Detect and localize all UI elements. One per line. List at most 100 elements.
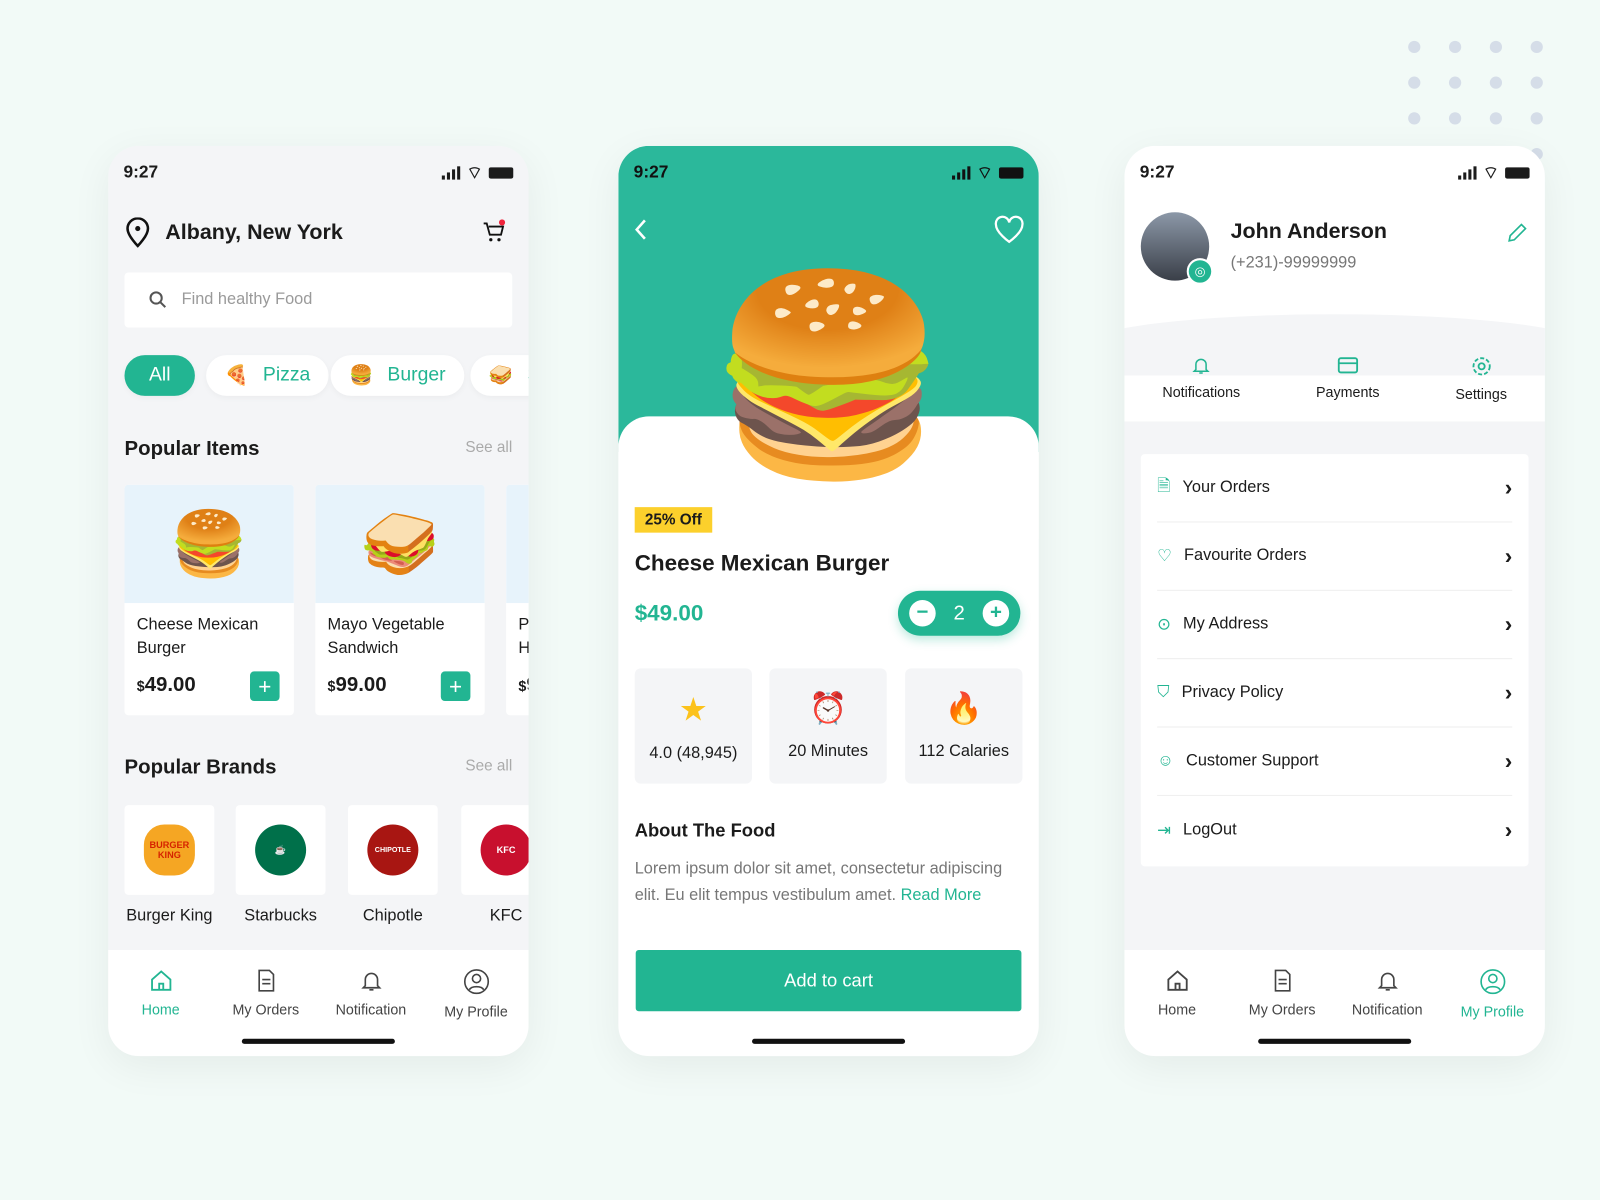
nav-label: My Orders xyxy=(1248,1001,1316,1018)
brand-label: Starbucks xyxy=(244,907,317,925)
menu-my-address[interactable]: ⊙ My Address › xyxy=(1157,591,1513,660)
status-time: 9:27 xyxy=(633,162,669,182)
brand-starbucks[interactable]: ☕ xyxy=(235,805,326,895)
edit-profile-button[interactable] xyxy=(1506,221,1528,243)
home-icon xyxy=(150,970,171,991)
nav-label: Notification xyxy=(1351,1001,1423,1018)
popular-items-title: Popular Items xyxy=(124,437,260,461)
nav-my-profile[interactable]: My Profile xyxy=(1446,968,1538,1056)
menu-your-orders[interactable]: 🗎 Your Orders › xyxy=(1157,454,1513,523)
sandwich-icon: 🥪 xyxy=(488,365,513,387)
signal-icon xyxy=(441,165,461,180)
menu-logout[interactable]: ⇥ LogOut › xyxy=(1157,796,1512,864)
status-bar: 9:27 ⌔ xyxy=(634,161,1024,183)
location-pin-icon: ⊙ xyxy=(1157,616,1171,634)
increment-button[interactable]: + xyxy=(982,599,1010,627)
chevron-right-icon: › xyxy=(1504,747,1513,774)
quick-payments[interactable]: Payments xyxy=(1316,355,1380,418)
location[interactable]: Albany, New York xyxy=(124,217,343,248)
currency: $ xyxy=(136,677,145,694)
cart-icon xyxy=(483,219,506,242)
nav-home[interactable]: Home xyxy=(115,968,207,1056)
menu-privacy-policy[interactable]: ⛉ Privacy Policy › xyxy=(1157,659,1513,728)
category-label: Burger xyxy=(387,364,446,386)
quick-label: Notifications xyxy=(1162,383,1241,400)
home-icon xyxy=(1166,970,1188,991)
brand-label: KFC xyxy=(489,907,523,925)
pencil-icon xyxy=(1508,223,1527,242)
favorite-button[interactable] xyxy=(994,215,1025,244)
detail-screen: 9:27 ⌔ 🍔 25% Off Cheese Mexican Burger $… xyxy=(618,145,1039,1057)
stat-value: 4.0 (48,945) xyxy=(649,744,738,762)
brand-kfc[interactable]: KFC xyxy=(461,805,529,895)
quantity-value: 2 xyxy=(953,601,965,624)
nav-label: My Profile xyxy=(444,1003,508,1020)
calories-stat: 🔥 112 Calaries xyxy=(905,668,1023,784)
food-card[interactable]: Po Ho $9 xyxy=(506,484,529,716)
menu-favourite-orders[interactable]: ♡ Favourite Orders › xyxy=(1157,522,1513,591)
chevron-right-icon: › xyxy=(1504,679,1513,706)
quick-settings[interactable]: Settings xyxy=(1455,355,1507,418)
star-icon: ★ xyxy=(678,690,708,728)
home-indicator xyxy=(241,1038,395,1044)
see-all-brands-link[interactable]: See all xyxy=(465,757,512,774)
status-bar: 9:27 ⌔ xyxy=(1140,161,1530,183)
brand-burger-king[interactable]: BURGER KING xyxy=(124,805,215,895)
menu-label: Customer Support xyxy=(1186,752,1319,770)
category-all[interactable]: All xyxy=(124,355,196,396)
burger-icon: 🍔 xyxy=(348,365,374,387)
bell-icon xyxy=(1192,358,1210,374)
food-price: $49.00 xyxy=(634,599,704,626)
category-pizza[interactable]: 🍕 Pizza xyxy=(206,355,329,396)
gear-icon xyxy=(1472,357,1491,376)
currency: $ xyxy=(327,677,336,694)
chevron-left-icon xyxy=(635,219,646,240)
menu-label: LogOut xyxy=(1183,820,1237,839)
search-input[interactable]: Find healthy Food xyxy=(124,272,513,328)
quantity-stepper[interactable]: − 2 + xyxy=(897,590,1021,636)
home-indicator xyxy=(1258,1038,1412,1044)
food-image: 🍔 xyxy=(124,484,294,604)
back-button[interactable] xyxy=(633,217,649,241)
chevron-right-icon: › xyxy=(1504,611,1513,637)
category-sandwich[interactable]: 🥪S xyxy=(470,355,529,396)
credit-card-icon xyxy=(1337,357,1358,374)
cart-button[interactable] xyxy=(482,219,506,243)
menu-label: Your Orders xyxy=(1182,478,1270,496)
wifi-icon: ⌔ xyxy=(466,162,483,183)
battery-icon xyxy=(488,166,514,179)
food-card[interactable]: 🍔 Cheese Mexican Burger $49.00 + xyxy=(124,484,294,716)
food-title: Cheese Mexican Burger xyxy=(634,549,890,576)
user-circle-icon xyxy=(1479,969,1505,995)
decrement-button[interactable]: − xyxy=(909,599,936,627)
menu-label: Favourite Orders xyxy=(1184,546,1307,565)
signal-icon xyxy=(952,165,971,180)
see-all-items-link[interactable]: See all xyxy=(465,439,512,456)
food-card[interactable]: 🥪 Mayo Vegetable Sandwich $99.00 + xyxy=(315,484,485,716)
category-burger[interactable]: 🍔 Burger xyxy=(330,355,464,396)
nav-label: Home xyxy=(141,1001,180,1018)
starbucks-logo: ☕ xyxy=(255,824,307,876)
about-title: About The Food xyxy=(634,820,776,841)
time-stat: ⏰ 20 Minutes xyxy=(769,668,887,784)
location-text: Albany, New York xyxy=(165,220,343,244)
quick-notifications[interactable]: Notifications xyxy=(1162,355,1240,418)
nav-home[interactable]: Home xyxy=(1131,968,1223,1056)
bell-icon xyxy=(360,972,382,991)
read-more-link[interactable]: Read More xyxy=(901,887,982,904)
profile-phone: (+231)-99999999 xyxy=(1230,254,1357,272)
brand-chipotle[interactable]: CHIPOTLE xyxy=(347,805,438,895)
add-item-button[interactable]: + xyxy=(249,671,280,702)
search-icon xyxy=(149,291,167,308)
nav-my-profile[interactable]: My Profile xyxy=(430,968,522,1056)
add-to-cart-button[interactable]: Add to cart xyxy=(635,949,1022,1012)
wifi-icon: ⌔ xyxy=(1482,162,1499,183)
add-item-button[interactable]: + xyxy=(440,671,471,702)
food-name: Cheese Mexican Burger xyxy=(136,616,259,658)
menu-customer-support[interactable]: ☺ Customer Support › xyxy=(1157,728,1513,796)
chevron-right-icon: › xyxy=(1504,542,1513,569)
nav-label: My Profile xyxy=(1460,1003,1525,1020)
profile-menu: 🗎 Your Orders › ♡ Favourite Orders › ⊙ My Add… xyxy=(1140,454,1529,867)
camera-icon[interactable]: ◎ xyxy=(1186,258,1214,285)
status-time: 9:27 xyxy=(1139,162,1175,182)
